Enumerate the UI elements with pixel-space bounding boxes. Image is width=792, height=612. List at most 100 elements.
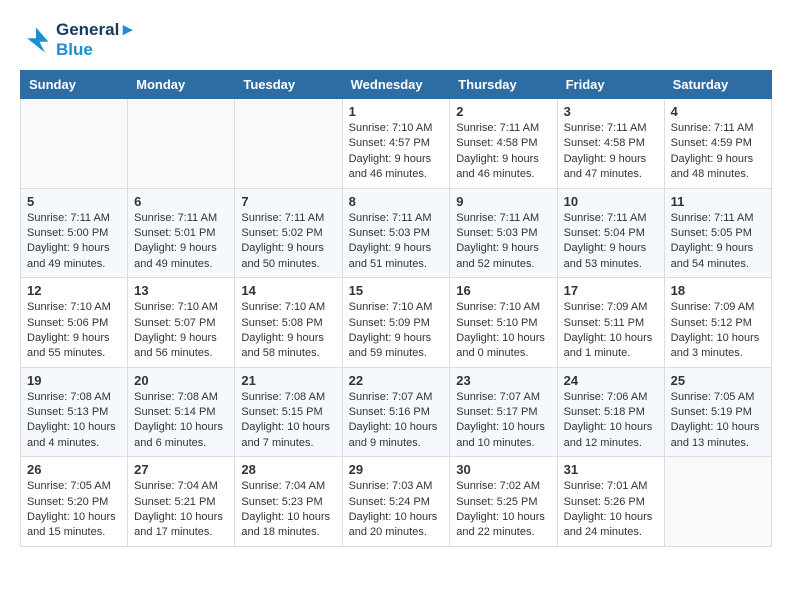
- day-number: 21: [241, 373, 335, 388]
- calendar-cell: 19 Sunrise: 7:08 AM Sunset: 5:13 PM Dayli…: [21, 367, 128, 457]
- day-number: 24: [564, 373, 658, 388]
- day-number: 29: [349, 462, 444, 477]
- calendar-cell: [664, 457, 771, 547]
- calendar-cell: 16 Sunrise: 7:10 AM Sunset: 5:10 PM Dayli…: [450, 278, 557, 368]
- day-number: 20: [134, 373, 228, 388]
- day-info: Sunrise: 7:10 AM Sunset: 5:10 PM Dayligh…: [456, 300, 550, 362]
- calendar-cell: 8Sunrise: 7:11 AM Sunset: 5:03 PM Daylig…: [342, 188, 450, 278]
- day-number: 28: [241, 462, 335, 477]
- calendar-cell: 28 Sunrise: 7:04 AM Sunset: 5:23 PM Dayli…: [235, 457, 342, 547]
- calendar-cell: 12 Sunrise: 7:10 AM Sunset: 5:06 PM Dayli…: [21, 278, 128, 368]
- day-number: 30: [456, 462, 550, 477]
- column-header-sunday: Sunday: [21, 71, 128, 99]
- day-info: Sunrise: 7:10 AM Sunset: 5:06 PM Dayligh…: [27, 300, 121, 362]
- day-number: 9: [456, 194, 550, 209]
- column-header-thursday: Thursday: [450, 71, 557, 99]
- day-info: Sunrise: 7:08 AM Sunset: 5:14 PM Dayligh…: [134, 390, 228, 452]
- day-number: 15: [349, 283, 444, 298]
- day-info: Sunrise: 7:08 AM Sunset: 5:13 PM Dayligh…: [27, 390, 121, 452]
- day-number: 25: [671, 373, 765, 388]
- day-info: Sunrise: 7:08 AM Sunset: 5:15 PM Dayligh…: [241, 390, 335, 452]
- day-info: Sunrise: 7:11 AM Sunset: 5:05 PM Dayligh…: [671, 211, 765, 273]
- day-number: 16: [456, 283, 550, 298]
- calendar-cell: 4 Sunrise: 7:11 AM Sunset: 4:59 PM Daylig…: [664, 99, 771, 189]
- day-number: 13: [134, 283, 228, 298]
- calendar-week-row: 26 Sunrise: 7:05 AM Sunset: 5:20 PM Dayli…: [21, 457, 772, 547]
- day-info: Sunrise: 7:09 AM Sunset: 5:11 PM Dayligh…: [564, 300, 658, 362]
- day-number: 6: [134, 194, 228, 209]
- page-header: General► Blue: [20, 20, 772, 60]
- calendar-week-row: 1 Sunrise: 7:10 AM Sunset: 4:57 PM Daylig…: [21, 99, 772, 189]
- day-info: Sunrise: 7:06 AM Sunset: 5:18 PM Dayligh…: [564, 390, 658, 452]
- calendar-cell: 3 Sunrise: 7:11 AM Sunset: 4:58 PM Daylig…: [557, 99, 664, 189]
- calendar-cell: 30 Sunrise: 7:02 AM Sunset: 5:25 PM Dayli…: [450, 457, 557, 547]
- day-info: Sunrise: 7:10 AM Sunset: 5:08 PM Dayligh…: [241, 300, 335, 362]
- column-header-monday: Monday: [128, 71, 235, 99]
- day-info: Sunrise: 7:10 AM Sunset: 5:07 PM Dayligh…: [134, 300, 228, 362]
- day-info: Sunrise: 7:10 AM Sunset: 5:09 PM Dayligh…: [349, 300, 444, 362]
- logo-text: General► Blue: [56, 20, 136, 60]
- calendar-table: SundayMondayTuesdayWednesdayThursdayFrid…: [20, 70, 772, 547]
- logo-icon: [20, 24, 52, 56]
- calendar-cell: 11 Sunrise: 7:11 AM Sunset: 5:05 PM Dayli…: [664, 188, 771, 278]
- calendar-cell: 22Sunrise: 7:07 AM Sunset: 5:16 PM Dayli…: [342, 367, 450, 457]
- calendar-cell: [235, 99, 342, 189]
- day-number: 26: [27, 462, 121, 477]
- day-number: 31: [564, 462, 658, 477]
- day-info: Sunrise: 7:05 AM Sunset: 5:20 PM Dayligh…: [27, 479, 121, 541]
- calendar-cell: 10Sunrise: 7:11 AM Sunset: 5:04 PM Dayli…: [557, 188, 664, 278]
- day-number: 5: [27, 194, 121, 209]
- calendar-cell: 17 Sunrise: 7:09 AM Sunset: 5:11 PM Dayli…: [557, 278, 664, 368]
- calendar-cell: 6 Sunrise: 7:11 AM Sunset: 5:01 PM Daylig…: [128, 188, 235, 278]
- calendar-cell: [21, 99, 128, 189]
- day-number: 22: [349, 373, 444, 388]
- day-info: Sunrise: 7:11 AM Sunset: 5:00 PM Dayligh…: [27, 211, 121, 273]
- calendar-cell: 7Sunrise: 7:11 AM Sunset: 5:02 PM Daylig…: [235, 188, 342, 278]
- day-info: Sunrise: 7:11 AM Sunset: 5:03 PM Dayligh…: [456, 211, 550, 273]
- calendar-cell: 26 Sunrise: 7:05 AM Sunset: 5:20 PM Dayli…: [21, 457, 128, 547]
- calendar-cell: 27 Sunrise: 7:04 AM Sunset: 5:21 PM Dayli…: [128, 457, 235, 547]
- column-header-tuesday: Tuesday: [235, 71, 342, 99]
- calendar-week-row: 12 Sunrise: 7:10 AM Sunset: 5:06 PM Dayli…: [21, 278, 772, 368]
- day-info: Sunrise: 7:02 AM Sunset: 5:25 PM Dayligh…: [456, 479, 550, 541]
- calendar-header-row: SundayMondayTuesdayWednesdayThursdayFrid…: [21, 71, 772, 99]
- calendar-cell: 23Sunrise: 7:07 AM Sunset: 5:17 PM Dayli…: [450, 367, 557, 457]
- day-number: 3: [564, 104, 658, 119]
- day-info: Sunrise: 7:05 AM Sunset: 5:19 PM Dayligh…: [671, 390, 765, 452]
- day-info: Sunrise: 7:10 AM Sunset: 4:57 PM Dayligh…: [349, 121, 444, 183]
- calendar-cell: 2Sunrise: 7:11 AM Sunset: 4:58 PM Daylig…: [450, 99, 557, 189]
- day-number: 14: [241, 283, 335, 298]
- calendar-week-row: 19 Sunrise: 7:08 AM Sunset: 5:13 PM Dayli…: [21, 367, 772, 457]
- calendar-cell: 13 Sunrise: 7:10 AM Sunset: 5:07 PM Dayli…: [128, 278, 235, 368]
- day-number: 1: [349, 104, 444, 119]
- day-number: 19: [27, 373, 121, 388]
- calendar-cell: 21 Sunrise: 7:08 AM Sunset: 5:15 PM Dayli…: [235, 367, 342, 457]
- day-number: 17: [564, 283, 658, 298]
- day-info: Sunrise: 7:09 AM Sunset: 5:12 PM Dayligh…: [671, 300, 765, 362]
- column-header-wednesday: Wednesday: [342, 71, 450, 99]
- calendar-cell: 20 Sunrise: 7:08 AM Sunset: 5:14 PM Dayli…: [128, 367, 235, 457]
- day-info: Sunrise: 7:04 AM Sunset: 5:21 PM Dayligh…: [134, 479, 228, 541]
- day-number: 10: [564, 194, 658, 209]
- calendar-cell: 31 Sunrise: 7:01 AM Sunset: 5:26 PM Dayli…: [557, 457, 664, 547]
- column-header-friday: Friday: [557, 71, 664, 99]
- day-number: 18: [671, 283, 765, 298]
- calendar-cell: 29Sunrise: 7:03 AM Sunset: 5:24 PM Dayli…: [342, 457, 450, 547]
- calendar-cell: [128, 99, 235, 189]
- day-info: Sunrise: 7:11 AM Sunset: 4:59 PM Dayligh…: [671, 121, 765, 183]
- day-info: Sunrise: 7:11 AM Sunset: 4:58 PM Dayligh…: [564, 121, 658, 183]
- calendar-cell: 25 Sunrise: 7:05 AM Sunset: 5:19 PM Dayli…: [664, 367, 771, 457]
- day-info: Sunrise: 7:04 AM Sunset: 5:23 PM Dayligh…: [241, 479, 335, 541]
- day-number: 4: [671, 104, 765, 119]
- calendar-cell: 15 Sunrise: 7:10 AM Sunset: 5:09 PM Dayli…: [342, 278, 450, 368]
- day-number: 12: [27, 283, 121, 298]
- calendar-cell: 24 Sunrise: 7:06 AM Sunset: 5:18 PM Dayli…: [557, 367, 664, 457]
- day-number: 2: [456, 104, 550, 119]
- day-info: Sunrise: 7:01 AM Sunset: 5:26 PM Dayligh…: [564, 479, 658, 541]
- day-number: 8: [349, 194, 444, 209]
- day-info: Sunrise: 7:11 AM Sunset: 5:01 PM Dayligh…: [134, 211, 228, 273]
- day-number: 27: [134, 462, 228, 477]
- day-info: Sunrise: 7:07 AM Sunset: 5:17 PM Dayligh…: [456, 390, 550, 452]
- day-number: 11: [671, 194, 765, 209]
- day-number: 7: [241, 194, 335, 209]
